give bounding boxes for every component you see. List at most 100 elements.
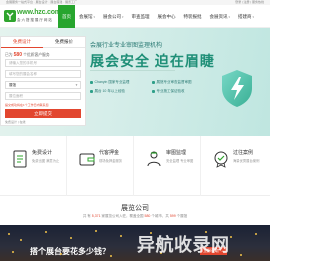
chevron-down-icon: ▾ — [252, 14, 255, 19]
city-light — [8, 233, 10, 235]
site-logo[interactable]: www.hzc.com 会 六 搭 搜 展 厅 网 站 — [4, 7, 61, 27]
service-free-design[interactable]: 免费设计 免费出图 满意为止 — [0, 136, 67, 196]
service-cases[interactable]: 过往案例 海量优秀展台案例 — [201, 136, 268, 196]
phone-input[interactable]: 请输入您的手机号 — [5, 59, 81, 67]
nav-item-label: 搭建商 — [238, 13, 252, 19]
nav-item[interactable]: 首页 — [58, 5, 75, 28]
hero-feature: 展馆专业审查监督审图 — [152, 80, 192, 85]
design-doc-icon — [13, 150, 27, 168]
page: 会展服务一站式平台 · 展台设计 · 展台搭建 · 展览工厂 登录 | 注册 |… — [0, 0, 270, 261]
city-light — [70, 237, 72, 239]
logo-mark-icon — [4, 10, 16, 22]
service-title: 审图监理 — [166, 150, 187, 156]
check-icon — [152, 90, 155, 93]
service-subtitle: 海量优秀展台案例 — [233, 159, 260, 163]
count-prefix: 已为 — [5, 53, 13, 57]
stats-text-2: 个城市，共 — [151, 214, 169, 218]
city-light — [240, 254, 242, 256]
check-icon — [90, 90, 93, 93]
nav-item-label: 特装报批 — [183, 13, 202, 19]
city-light — [255, 233, 257, 235]
count-suffix: 个优质客户服务 — [23, 53, 50, 57]
nav-item-label: 首页 — [62, 13, 71, 19]
section-stats: 共 有 5,371 家展览公司入驻，覆盖全国 580 个城市，共 599 个展馆 — [0, 214, 270, 219]
hero-feature-label: 展馆专业审查监督审图 — [156, 80, 192, 84]
city-light — [45, 231, 47, 233]
service-deposit[interactable]: 代客押金 现场免押金服务 — [67, 136, 134, 196]
tab-free-design[interactable]: 免费设计 — [1, 37, 43, 48]
submit-button[interactable]: 立即提交 — [5, 109, 81, 118]
service-subtitle: 安全监理 专业审图 — [166, 159, 194, 163]
service-supervision[interactable]: 审图监理 安全监理 专业审图 — [134, 136, 201, 196]
check-icon — [152, 81, 155, 84]
venue-select[interactable]: 展馆 ▼ — [5, 81, 81, 89]
inspector-icon — [147, 151, 161, 167]
hero-feature: Chanyin 国家专业监理 — [90, 80, 129, 85]
stats-suffix: 个展馆 — [176, 214, 188, 218]
nav-item-label: 展会中心 — [157, 13, 176, 19]
hero-divider — [90, 70, 175, 71]
chevron-down-icon: ▾ — [93, 14, 96, 19]
city-light — [60, 253, 62, 255]
service-subtitle: 现场免押金服务 — [99, 159, 123, 163]
customer-count: 已为 580 个优质客户服务 — [5, 52, 50, 58]
hero-feature-label: 专业施工保证验收 — [156, 89, 185, 93]
main-nav: 首页 会展馆 ▾ 展会公司 ▾ 审查监理 展会中心 特装报批 会展资讯 ▾ 搭建商 ▾ — [58, 5, 258, 28]
nav-item[interactable]: 搭建商 ▾ — [234, 5, 258, 28]
form-footer-note: 免费设计 | 在线 — [5, 120, 26, 124]
hero-feature-label: 展台 10 年以上经验 — [94, 89, 125, 93]
nav-item-label: 会展资讯 — [209, 13, 228, 19]
shield-lightning-icon — [222, 70, 252, 107]
city-light — [95, 230, 97, 232]
services-row: 免费设计 免费出图 满意为止 代客押金 现场免押金服务 审图监理 安全监理 专业… — [0, 136, 270, 196]
nav-item-label: 审查监理 — [131, 13, 150, 19]
badge-check-icon — [214, 151, 228, 168]
nav-item[interactable]: 展会中心 — [154, 5, 180, 28]
expo-name-input[interactable]: 填写您的展会名称 — [5, 70, 81, 78]
hero-headline: 展会安全 迫在眉睫 — [90, 53, 215, 69]
stats-companies: 5,371 — [91, 214, 101, 218]
service-title: 免费设计 — [32, 150, 53, 156]
logo-url: www.hzc.com — [17, 9, 61, 16]
nav-item[interactable]: 审查监理 — [128, 5, 154, 28]
booth-area-input[interactable]: 展位面积 — [5, 92, 81, 100]
service-subtitle: 免费出图 满意为止 — [32, 159, 60, 163]
chevron-down-icon: ▾ — [122, 14, 124, 19]
watermark-text: 异航收录网 — [137, 235, 230, 255]
chevron-down-icon: ▾ — [228, 14, 231, 19]
section-title: 展览公司 — [121, 205, 149, 212]
form-note: 提交成功将在1个工作日内联系您 — [5, 103, 49, 107]
hero-feature: 专业施工保证验收 — [152, 89, 185, 94]
stats-cities: 580 — [144, 214, 151, 218]
stats-venues: 599 — [169, 214, 176, 218]
nav-item[interactable]: 特装报批 — [180, 5, 206, 28]
nav-item[interactable]: 会展资讯 ▾ — [206, 5, 235, 28]
count-value: 580 — [13, 52, 22, 58]
city-light — [110, 255, 112, 257]
city-light — [12, 251, 14, 253]
chevron-down-icon: ▼ — [75, 83, 78, 87]
site-header: www.hzc.com 会 六 搭 搜 展 厅 网 站 首页 会展馆 ▾ 展会公司 ▾ 审… — [0, 5, 270, 28]
check-icon — [90, 81, 93, 84]
venue-select-value: 展馆 — [9, 83, 16, 87]
city-light — [230, 236, 232, 238]
nav-item-label: 展会公司 — [103, 13, 122, 19]
hero-feature: 展台 10 年以上经验 — [90, 89, 125, 94]
tab-free-quote[interactable]: 免费报价 — [43, 37, 85, 48]
hero-title: 会展行业专业审图监理机构 — [90, 43, 163, 49]
promo-banner-text: 搭个展台要花多少钱？ — [30, 247, 110, 256]
city-light — [20, 239, 22, 241]
city-light — [120, 235, 122, 237]
hero-feature-label: Chanyin 国家专业监理 — [94, 80, 130, 84]
free-design-form: 免费设计 免费报价 已为 580 个优质客户服务 请输入您的手机号 填写您的展会… — [0, 36, 86, 126]
stats-prefix: 共 有 — [82, 214, 91, 218]
service-title: 过往案例 — [233, 150, 254, 156]
nav-item[interactable]: 展会公司 ▾ — [99, 5, 128, 28]
nav-item-label: 会展馆 — [79, 13, 93, 19]
service-title: 代客押金 — [99, 150, 120, 156]
wallet-icon — [79, 153, 95, 166]
logo-subtitle: 会 六 搭 搜 展 厅 网 站 — [17, 18, 52, 22]
form-tabs: 免费设计 免费报价 — [1, 37, 85, 48]
nav-item[interactable]: 会展馆 ▾ — [75, 5, 99, 28]
stats-text-1: 家展览公司入驻，覆盖全国 — [101, 214, 144, 218]
